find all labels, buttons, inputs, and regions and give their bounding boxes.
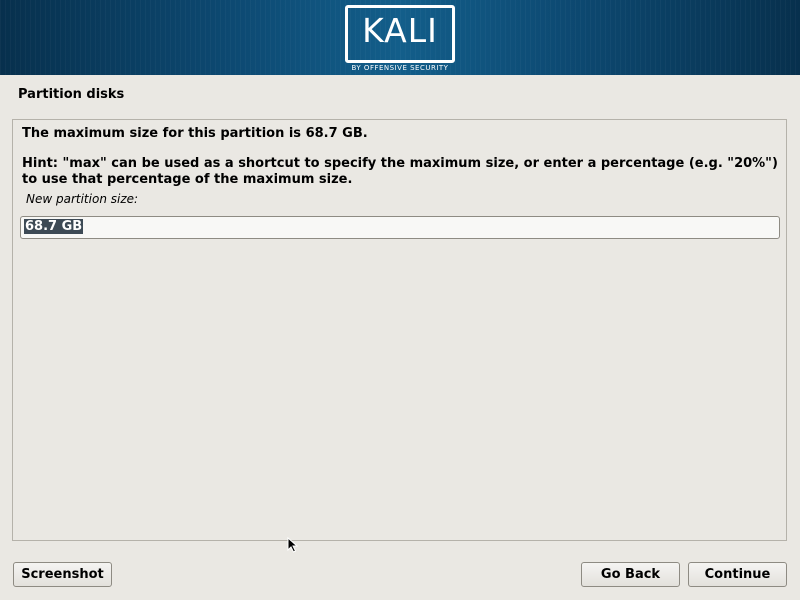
partition-size-value: 68.7 GB [24,219,84,234]
hint-message: Hint: "max" can be used as a shortcut to… [22,156,778,187]
go-back-button[interactable]: Go Back [581,562,680,587]
kali-logo-text: KALI [362,11,438,50]
screenshot-button[interactable]: Screenshot [13,562,112,587]
continue-button[interactable]: Continue [688,562,787,587]
kali-logo-subtitle: BY OFFENSIVE SECURITY [351,64,449,72]
kali-logo: KALI BY OFFENSIVE SECURITY [345,5,455,75]
page-title: Partition disks [18,87,125,102]
max-size-message: The maximum size for this partition is 6… [22,126,368,141]
partition-size-input[interactable]: 68.7 GB [20,216,780,239]
partition-size-label: New partition size: [26,192,139,206]
mouse-pointer-icon [287,537,299,553]
kali-banner: KALI BY OFFENSIVE SECURITY [0,0,800,75]
